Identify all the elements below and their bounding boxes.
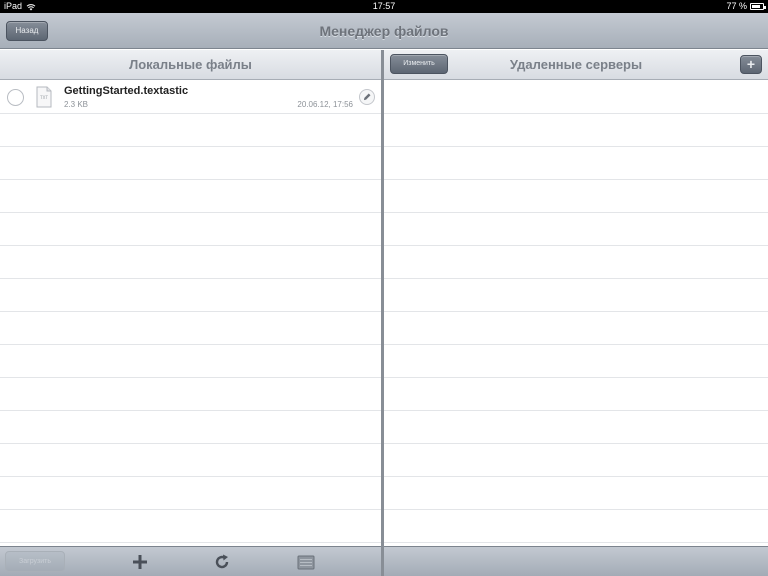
- add-server-button[interactable]: +: [740, 55, 762, 74]
- remote-servers-title: Удаленные серверы: [509, 57, 643, 72]
- local-files-toolbar: Загрузить: [0, 546, 381, 576]
- empty-row: [384, 246, 768, 279]
- file-size: 2.3 KB: [64, 100, 89, 109]
- status-bar: iPad 17:57 77 %: [0, 0, 768, 13]
- upload-button[interactable]: Загрузить: [5, 551, 65, 572]
- empty-row: [384, 180, 768, 213]
- empty-row: [384, 213, 768, 246]
- select-radio[interactable]: [7, 89, 24, 106]
- empty-row: [0, 180, 381, 213]
- plus-icon[interactable]: [130, 552, 150, 572]
- remote-servers-toolbar: [384, 546, 768, 576]
- empty-row: [0, 312, 381, 345]
- empty-row: [0, 411, 381, 444]
- file-name: GettingStarted.textastic: [64, 85, 189, 97]
- empty-row: [384, 411, 768, 444]
- battery-percent: 77 %: [726, 1, 747, 11]
- document-icon: TXT: [36, 86, 52, 108]
- svg-text:TXT: TXT: [39, 95, 48, 100]
- empty-row: [384, 81, 768, 114]
- empty-row: [384, 510, 768, 543]
- list-icon[interactable]: [296, 552, 316, 572]
- empty-row: [0, 378, 381, 411]
- local-files-header: Локальные файлы: [0, 50, 381, 80]
- empty-row: [0, 444, 381, 477]
- empty-row: [0, 147, 381, 180]
- remote-servers-list: [384, 81, 768, 546]
- refresh-icon[interactable]: [212, 552, 232, 572]
- status-time: 17:57: [372, 1, 396, 11]
- battery-icon: [750, 3, 766, 10]
- empty-row: [0, 246, 381, 279]
- empty-row: [0, 510, 381, 543]
- empty-row: [384, 345, 768, 378]
- nav-bar: Назад Менеджер файлов: [0, 13, 768, 49]
- empty-row: [384, 114, 768, 147]
- local-files-title: Локальные файлы: [129, 57, 252, 72]
- remote-servers-header: Изменить Удаленные серверы +: [384, 50, 768, 80]
- empty-row: [384, 477, 768, 510]
- file-row[interactable]: TXT GettingStarted.textastic 2.3 KB 20.0…: [0, 81, 381, 114]
- empty-row: [384, 444, 768, 477]
- empty-row: [384, 378, 768, 411]
- local-files-list: TXT GettingStarted.textastic 2.3 KB 20.0…: [0, 81, 381, 546]
- empty-row: [384, 312, 768, 345]
- empty-row: [0, 213, 381, 246]
- page-title: Менеджер файлов: [319, 23, 449, 39]
- empty-row: [0, 477, 381, 510]
- empty-row: [384, 279, 768, 312]
- empty-row: [384, 147, 768, 180]
- empty-row: [0, 279, 381, 312]
- pencil-icon[interactable]: [359, 89, 375, 105]
- empty-row: [0, 114, 381, 147]
- file-date: 20.06.12, 17:56: [297, 100, 353, 109]
- empty-row: [0, 345, 381, 378]
